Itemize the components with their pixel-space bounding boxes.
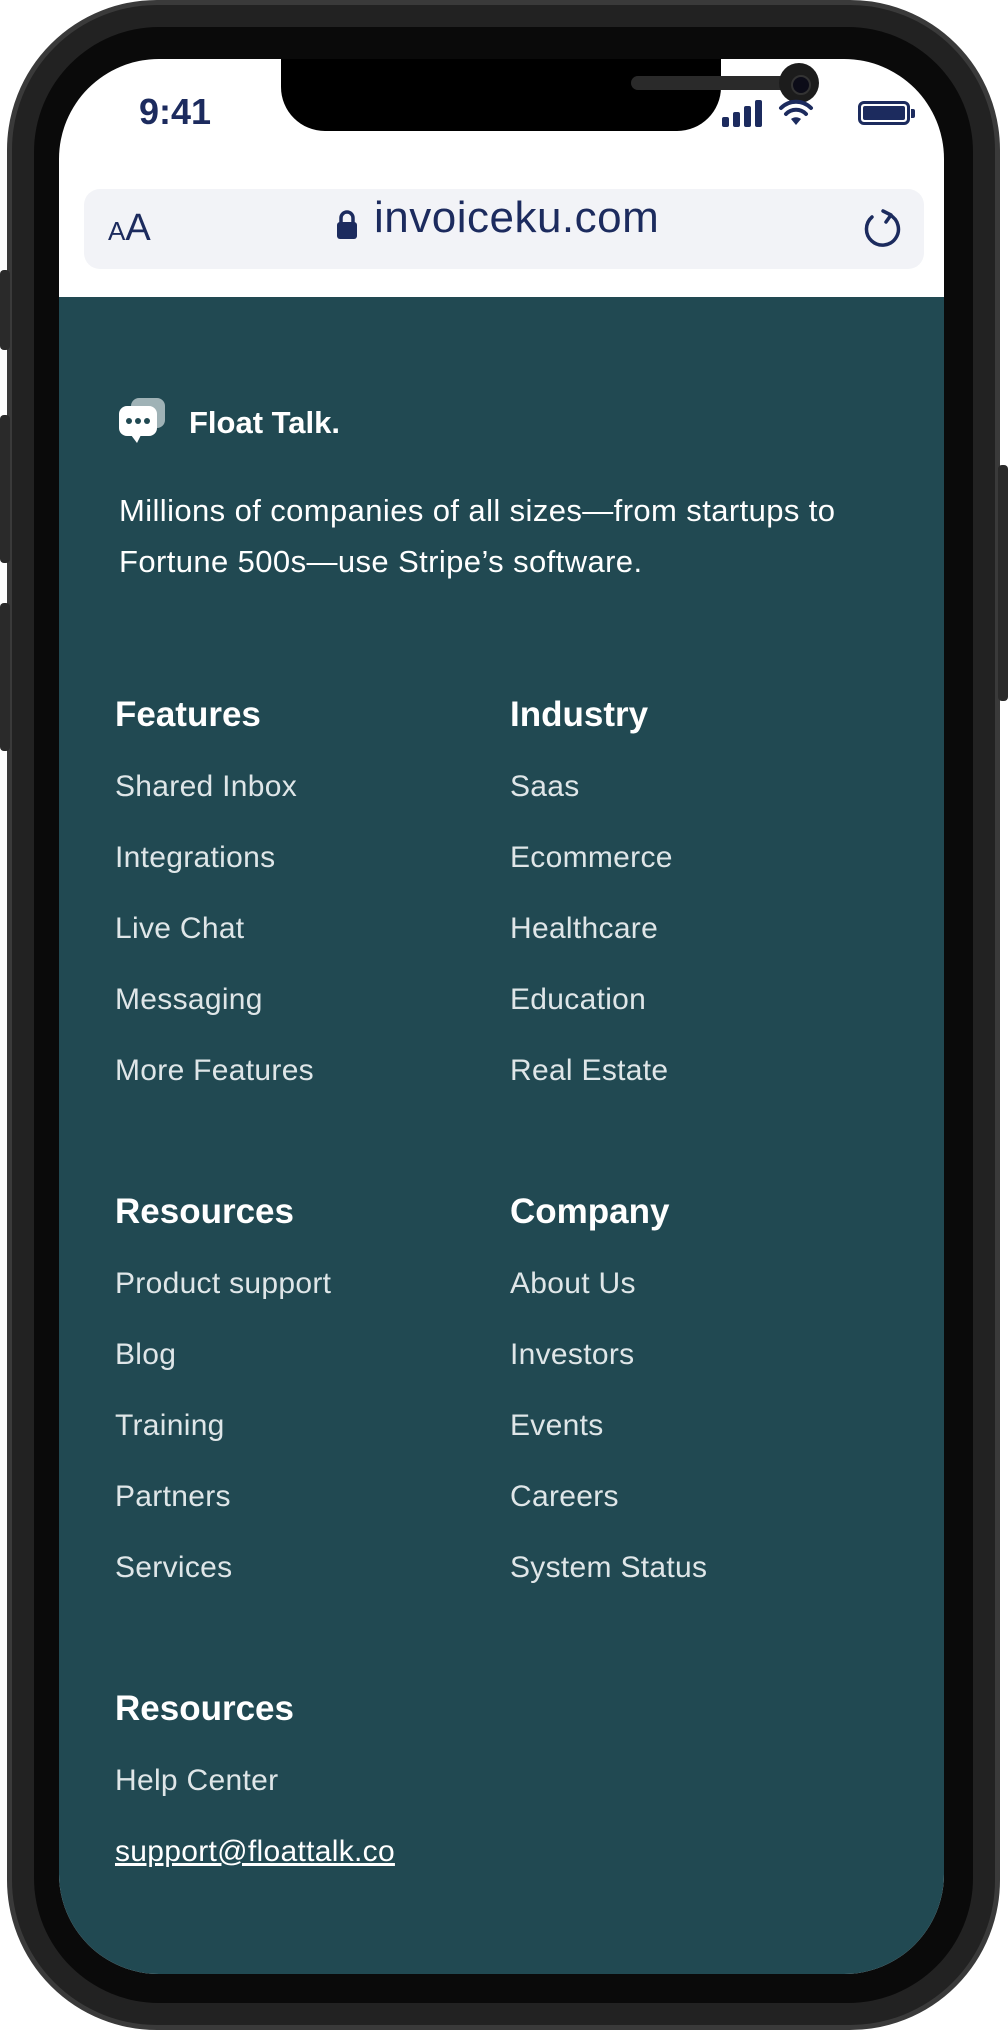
- reload-icon[interactable]: [860, 207, 904, 251]
- footer-link[interactable]: Ecommerce: [510, 832, 890, 903]
- screen: 9:41 AA invoiceku.com Float Talk. Millio…: [59, 59, 944, 1974]
- column-title: Company: [510, 1192, 670, 1231]
- footer-link[interactable]: Training: [115, 1400, 495, 1471]
- footer-link[interactable]: About Us: [510, 1258, 890, 1329]
- help-center-link[interactable]: Help Center: [115, 1755, 495, 1826]
- column-title: Industry: [510, 695, 649, 734]
- footer-column-features: Features Shared Inbox Integrations Live …: [115, 689, 495, 1116]
- text-size-small-label: A: [108, 216, 126, 246]
- volume-down-button: [0, 603, 10, 751]
- support-email-link[interactable]: support@floattalk.co: [115, 1826, 495, 1897]
- footer-link[interactable]: Product support: [115, 1258, 495, 1329]
- footer-link[interactable]: Shared Inbox: [115, 761, 495, 832]
- footer-link[interactable]: Live Chat: [115, 903, 495, 974]
- footer-link[interactable]: Blog: [115, 1329, 495, 1400]
- notch: [281, 59, 819, 131]
- footer-link[interactable]: Partners: [115, 1471, 495, 1542]
- status-time: 9:41: [139, 91, 212, 132]
- front-camera: [779, 63, 819, 103]
- footer-tagline: Millions of companies of all sizes—from …: [119, 493, 836, 579]
- text-size-button[interactable]: AA: [108, 207, 151, 250]
- speaker: [631, 76, 787, 90]
- footer-link[interactable]: Healthcare: [510, 903, 890, 974]
- footer-link[interactable]: Services: [115, 1542, 495, 1613]
- url-text[interactable]: invoiceku.com: [374, 193, 659, 243]
- text-size-big-label: A: [125, 207, 151, 249]
- site-footer: Float Talk. Millions of companies of all…: [59, 297, 944, 1974]
- battery-icon: [858, 101, 915, 125]
- chat-bubble-icon: [119, 398, 165, 443]
- footer-column-company: Company About Us Investors Events Career…: [510, 1186, 890, 1613]
- cellular-signal-icon: [722, 99, 764, 127]
- column-title: Features: [115, 695, 261, 734]
- column-title: Resources: [115, 1689, 294, 1728]
- power-button: [998, 465, 1008, 701]
- footer-link[interactable]: Careers: [510, 1471, 890, 1542]
- footer-link[interactable]: Investors: [510, 1329, 890, 1400]
- footer-link[interactable]: More Features: [115, 1045, 495, 1116]
- footer-column-industry: Industry Saas Ecommerce Healthcare Educa…: [510, 689, 890, 1116]
- brand-name: Float Talk.: [189, 405, 341, 440]
- footer-link[interactable]: Real Estate: [510, 1045, 890, 1116]
- footer-column-resources: Resources Product support Blog Training …: [115, 1186, 495, 1613]
- browser-address-bar[interactable]: AA invoiceku.com: [84, 189, 924, 269]
- wifi-icon: [779, 99, 813, 125]
- lock-icon: [337, 210, 357, 239]
- column-title: Resources: [115, 1192, 294, 1231]
- footer-link[interactable]: Education: [510, 974, 890, 1045]
- footer-link[interactable]: System Status: [510, 1542, 890, 1613]
- footer-link[interactable]: Integrations: [115, 832, 495, 903]
- mute-switch: [0, 270, 10, 350]
- footer-link[interactable]: Saas: [510, 761, 890, 832]
- footer-column-contact: Resources Help Center support@floattalk.…: [115, 1683, 495, 1897]
- footer-link[interactable]: Messaging: [115, 974, 495, 1045]
- footer-link[interactable]: Events: [510, 1400, 890, 1471]
- volume-up-button: [0, 415, 10, 563]
